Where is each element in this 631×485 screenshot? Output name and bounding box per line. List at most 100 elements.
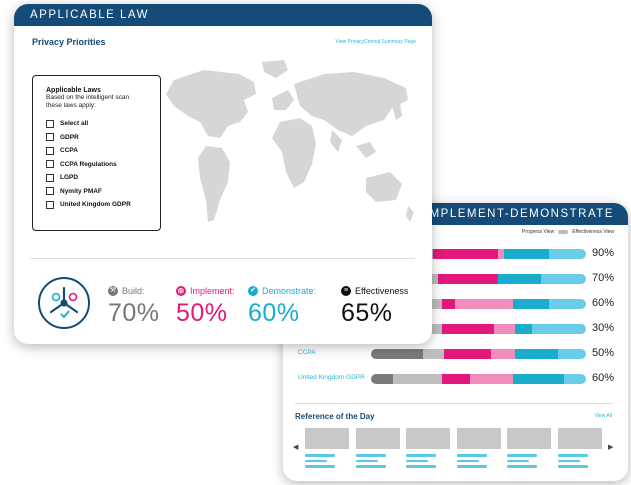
bar-segment [433,249,498,259]
list-icon: ≡ [341,286,351,296]
thumbnail-image [456,428,501,449]
metric-label: Implement: [190,286,235,296]
row-percent: 50% [592,347,615,359]
bar-segment [497,274,541,284]
law-label: CCPA Regulations [60,160,117,168]
bar-segment [515,324,533,334]
text-line [557,454,588,457]
bar-segment [371,349,423,359]
text-line [406,465,436,468]
bar-segment [515,349,559,359]
checkbox-icon[interactable] [46,133,54,142]
text-line [355,465,386,468]
reference-thumbnail[interactable] [507,428,551,468]
text-line [507,454,537,457]
checkbox-icon[interactable] [46,187,54,196]
metric-build: ⚒ Build: 70% [108,285,160,327]
laws-title: Applicable Laws [46,87,101,94]
bar-segment [441,374,470,384]
view-all-link[interactable]: View All [595,413,612,419]
prev-arrow-icon[interactable]: ◀ [293,443,298,451]
checkbox-icon[interactable] [46,173,54,182]
row-label[interactable]: United Kingdom GDPR [298,374,365,381]
law-checkbox[interactable]: United Kingdom GDPR [46,198,160,212]
check-circle-icon: ✔ [248,286,258,296]
thumbnail-image [507,428,551,449]
law-checkbox[interactable]: LGPD [46,171,160,185]
divider [295,403,613,404]
wrench-icon: ⚒ [108,286,118,296]
checkbox-icon[interactable] [46,200,54,209]
divider [30,258,415,259]
progress-row: United Kingdom GDPR 60% [283,372,628,386]
metric-value: 60% [248,299,300,327]
bar-segment [549,249,586,259]
section-title: Privacy Priorities [32,37,106,47]
next-arrow-icon[interactable]: ▶ [608,443,613,451]
bar-segment [469,374,513,384]
applicable-laws-panel: Applicable Laws Based on the intelligent… [32,75,161,231]
checkbox-icon[interactable] [46,146,54,155]
checkbox-icon[interactable] [46,160,54,169]
metric-effectiveness: ≡ Effectiveness 65% [341,285,408,327]
view-toggle[interactable]: Progress View Effectiveness View [522,229,614,235]
metric-label: Build: [122,286,145,296]
row-percent: 30% [592,322,615,334]
metric-value: 70% [108,299,160,327]
bar-segment [512,374,565,384]
metric-implement: ⚙ Implement: 50% [176,285,235,327]
text-line [305,465,335,468]
bar-segment [558,349,586,359]
progress-row: CCPA 50% [283,347,628,361]
text-line [557,459,580,462]
thumbnail-image [355,428,400,449]
reference-thumbnail[interactable] [456,428,501,468]
metric-value: 50% [176,299,228,327]
law-checkbox[interactable]: CCPA Regulations [46,158,160,172]
law-label: CCPA [60,147,78,155]
text-line [305,459,327,462]
bar-segment [540,274,586,284]
summary-link[interactable]: View PrivacyCentral Summary Page [336,39,417,45]
applicable-law-card: APPLICABLE LAW Privacy Priorities View P… [14,4,432,344]
thumbnail-image [557,428,602,449]
law-checkbox[interactable]: CCPA [46,144,160,158]
bar-segment [564,374,586,384]
bar-segment [491,349,516,359]
law-checkbox[interactable]: GDPR [46,131,160,145]
gear-icon: ⚙ [176,286,186,296]
text-line [456,454,487,457]
world-map [166,60,414,222]
bar-segment [454,299,513,309]
select-all-checkbox[interactable]: Select all [46,117,160,131]
reference-thumbnail[interactable] [406,428,450,468]
stacked-progress-bar [371,349,586,359]
text-line [456,465,487,468]
metric-label: Demonstrate: [262,286,317,296]
card-title: APPLICABLE LAW [14,4,432,26]
text-line [507,459,529,462]
text-line [406,454,436,457]
checkbox-icon[interactable] [46,119,54,128]
text-line [355,454,386,457]
reference-thumbnail[interactable] [355,428,400,468]
row-percent: 60% [592,372,615,384]
text-line [355,459,378,462]
law-checkbox[interactable]: Nymity PMAF [46,185,160,199]
thumbnail-image [305,428,349,449]
bar-segment [493,324,516,334]
row-label[interactable]: CCPA [298,349,316,356]
stacked-progress-bar [371,374,586,384]
reference-thumbnail[interactable] [557,428,602,468]
law-label: Nymity PMAF [60,187,102,195]
thumbnail-image [406,428,450,449]
effectiveness-view-label: Effectiveness View [572,229,614,235]
text-line [456,459,479,462]
toggle-switch[interactable] [558,230,569,234]
bar-segment [441,299,455,309]
reference-thumbnail[interactable] [305,428,349,468]
bar-segment [532,324,586,334]
text-line [406,459,428,462]
metric-label: Effectiveness [355,286,409,296]
tools-icon [38,277,90,329]
